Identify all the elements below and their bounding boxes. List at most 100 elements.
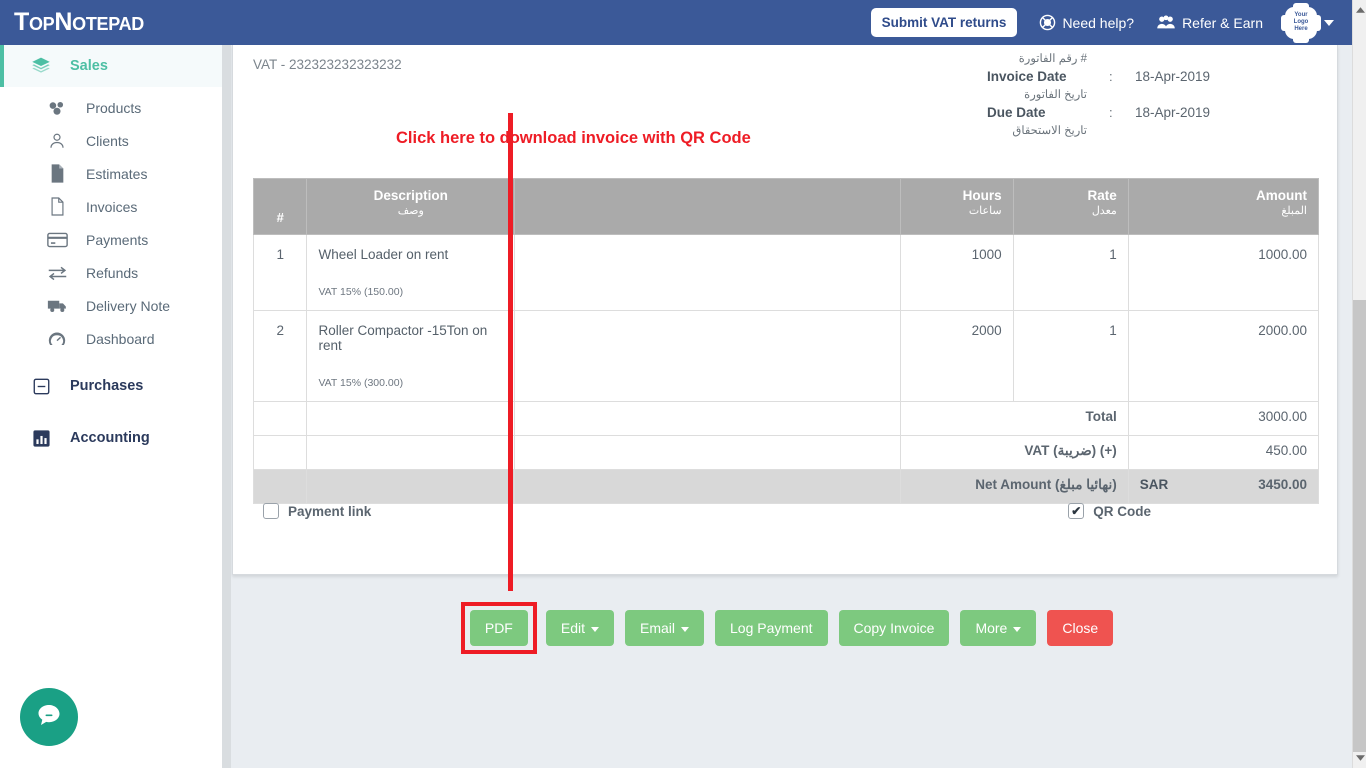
email-button-label: Email xyxy=(640,620,675,636)
sidebar-group-purchases[interactable]: Purchases xyxy=(0,365,222,407)
invoice-number-arabic-label: # رقم الفاتورة xyxy=(987,50,1109,68)
credit-card-icon xyxy=(46,232,68,248)
refer-and-earn-label: Refer & Earn xyxy=(1182,15,1263,31)
invoice-action-bar: PDF Edit Email Log Payment Copy Invoice … xyxy=(222,602,1352,654)
invoice-meta-block: # رقم الفاتورة Invoice Date : 18-Apr-201… xyxy=(987,50,1317,140)
payment-link-label: Payment link xyxy=(288,504,371,519)
truck-icon xyxy=(46,298,68,314)
totals-row-vat: VAT (ضريبة) (+) 450.00 xyxy=(254,436,1319,470)
sidebar-item-dashboard[interactable]: Dashboard xyxy=(0,322,222,355)
sidebar-spacer-2 xyxy=(0,407,222,417)
sidebar-group-accounting-label: Accounting xyxy=(70,430,150,446)
users-group-icon xyxy=(1156,14,1176,31)
sidebar-item-dashboard-label: Dashboard xyxy=(86,331,155,347)
minus-box-icon xyxy=(30,378,52,395)
avatar-line-3: Here xyxy=(1294,26,1307,33)
totals-row-total: Total 3000.00 xyxy=(254,402,1319,436)
payment-link-option[interactable]: Payment link xyxy=(263,503,371,519)
net-pad-2 xyxy=(307,470,515,504)
chevron-down-icon xyxy=(1013,627,1021,632)
th-rate-en: Rate xyxy=(1025,187,1117,204)
vat-label: VAT (ضريبة) (+) xyxy=(900,436,1128,470)
row-2-vat-note: VAT 15% (300.00) xyxy=(318,377,503,389)
log-payment-button[interactable]: Log Payment xyxy=(715,610,828,646)
total-pad-3 xyxy=(515,402,900,436)
sidebar-item-refunds[interactable]: Refunds xyxy=(0,256,222,289)
qr-code-checkbox[interactable]: ✔ xyxy=(1068,503,1084,519)
vat-pad-3 xyxy=(515,436,900,470)
row-1-index: 1 xyxy=(254,235,307,311)
avatar-line-1: Your xyxy=(1294,12,1307,19)
row-1-description-cell: Wheel Loader on rent VAT 15% (150.00) xyxy=(307,235,515,311)
bar-chart-icon xyxy=(30,430,52,447)
scroll-up-arrow-icon[interactable] xyxy=(1353,2,1366,18)
sidebar-sales-items: Products Clients Estimates xyxy=(0,87,222,355)
due-date-row: Due Date : 18-Apr-2019 xyxy=(987,104,1317,122)
row-1-vat-note: VAT 15% (150.00) xyxy=(318,286,503,298)
header-actions: Submit VAT returns Need help? Refer & Ea… xyxy=(871,7,1352,39)
main-content: VAT - 232323232323232 # رقم الفاتورة Inv… xyxy=(222,45,1352,768)
content-scrollbar-thumb[interactable] xyxy=(222,45,231,768)
net-pad-1 xyxy=(254,470,307,504)
need-help-label: Need help? xyxy=(1062,15,1134,31)
invoice-date-label: Invoice Date xyxy=(987,68,1109,86)
top-header-bar: TopNotepad Submit VAT returns Need help? xyxy=(0,0,1352,45)
chat-widget-button[interactable] xyxy=(20,688,78,746)
page-scrollbar-thumb[interactable] xyxy=(1353,300,1366,752)
invoice-number-row: # رقم الفاتورة xyxy=(987,50,1317,68)
email-button[interactable]: Email xyxy=(625,610,704,646)
th-amount-en: Amount xyxy=(1140,187,1307,204)
sidebar-group-sales-label: Sales xyxy=(70,58,108,74)
sidebar-item-delivery-note[interactable]: Delivery Note xyxy=(0,289,222,322)
sidebar-item-refunds-label: Refunds xyxy=(86,265,138,281)
sidebar: Sales Products Clients xyxy=(0,45,222,768)
table-row: 2 Roller Compactor -15Ton on rent VAT 15… xyxy=(254,311,1319,402)
sidebar-spacer-1 xyxy=(0,355,222,365)
need-help-link[interactable]: Need help? xyxy=(1039,14,1134,31)
app-logo[interactable]: TopNotepad xyxy=(0,8,144,37)
payment-link-checkbox[interactable] xyxy=(263,503,279,519)
row-2-rate: 1 xyxy=(1013,311,1128,402)
copy-invoice-button[interactable]: Copy Invoice xyxy=(839,610,950,646)
page-scrollbar[interactable] xyxy=(1352,0,1366,768)
sidebar-item-estimates[interactable]: Estimates xyxy=(0,157,222,190)
due-date-arabic-row: تاريخ الاستحقاق xyxy=(987,122,1317,140)
invoice-date-arabic-row: تاريخ الفاتورة xyxy=(987,86,1317,104)
th-description-en: Description xyxy=(318,187,503,204)
close-button[interactable]: Close xyxy=(1047,610,1113,646)
net-amount-label: Net Amount (نهائيا مبلغ) xyxy=(900,470,1128,504)
scroll-down-arrow-icon[interactable] xyxy=(1353,750,1366,766)
sidebar-item-payments[interactable]: Payments xyxy=(0,223,222,256)
annotation-text: Click here to download invoice with QR C… xyxy=(396,129,751,148)
invoice-table-body: 1 Wheel Loader on rent VAT 15% (150.00) … xyxy=(254,235,1319,504)
qr-code-option[interactable]: ✔ QR Code xyxy=(1068,503,1151,519)
pdf-button[interactable]: PDF xyxy=(470,610,528,646)
total-pad-1 xyxy=(254,402,307,436)
sidebar-group-accounting[interactable]: Accounting xyxy=(0,417,222,459)
table-row: 1 Wheel Loader on rent VAT 15% (150.00) … xyxy=(254,235,1319,311)
th-rate: Rate معدل xyxy=(1013,179,1128,235)
sidebar-group-purchases-label: Purchases xyxy=(70,378,143,394)
vat-pad-1 xyxy=(254,436,307,470)
invoice-options-row: Payment link ✔ QR Code xyxy=(253,503,1319,519)
submit-vat-returns-button[interactable]: Submit VAT returns xyxy=(871,8,1018,37)
content-scrollbar[interactable] xyxy=(222,45,231,768)
th-hours-ar: ساعات xyxy=(912,204,1002,218)
account-menu[interactable]: Your Logo Here xyxy=(1285,7,1334,39)
th-hours-en: Hours xyxy=(912,187,1002,204)
row-1-blank xyxy=(515,235,900,311)
edit-button[interactable]: Edit xyxy=(546,610,614,646)
sidebar-group-sales[interactable]: Sales xyxy=(0,45,222,87)
sidebar-item-invoices[interactable]: Invoices xyxy=(0,190,222,223)
sidebar-item-estimates-label: Estimates xyxy=(86,166,147,182)
more-button[interactable]: More xyxy=(960,610,1036,646)
chevron-down-icon xyxy=(591,627,599,632)
row-2-hours: 2000 xyxy=(900,311,1013,402)
total-value: 3000.00 xyxy=(1128,402,1318,436)
row-2-index: 2 xyxy=(254,311,307,402)
due-date-value: 18-Apr-2019 xyxy=(1135,104,1210,122)
refer-and-earn-link[interactable]: Refer & Earn xyxy=(1156,14,1263,31)
sidebar-item-clients[interactable]: Clients xyxy=(0,124,222,157)
due-date-colon: : xyxy=(1109,104,1135,122)
sidebar-item-products[interactable]: Products xyxy=(0,91,222,124)
